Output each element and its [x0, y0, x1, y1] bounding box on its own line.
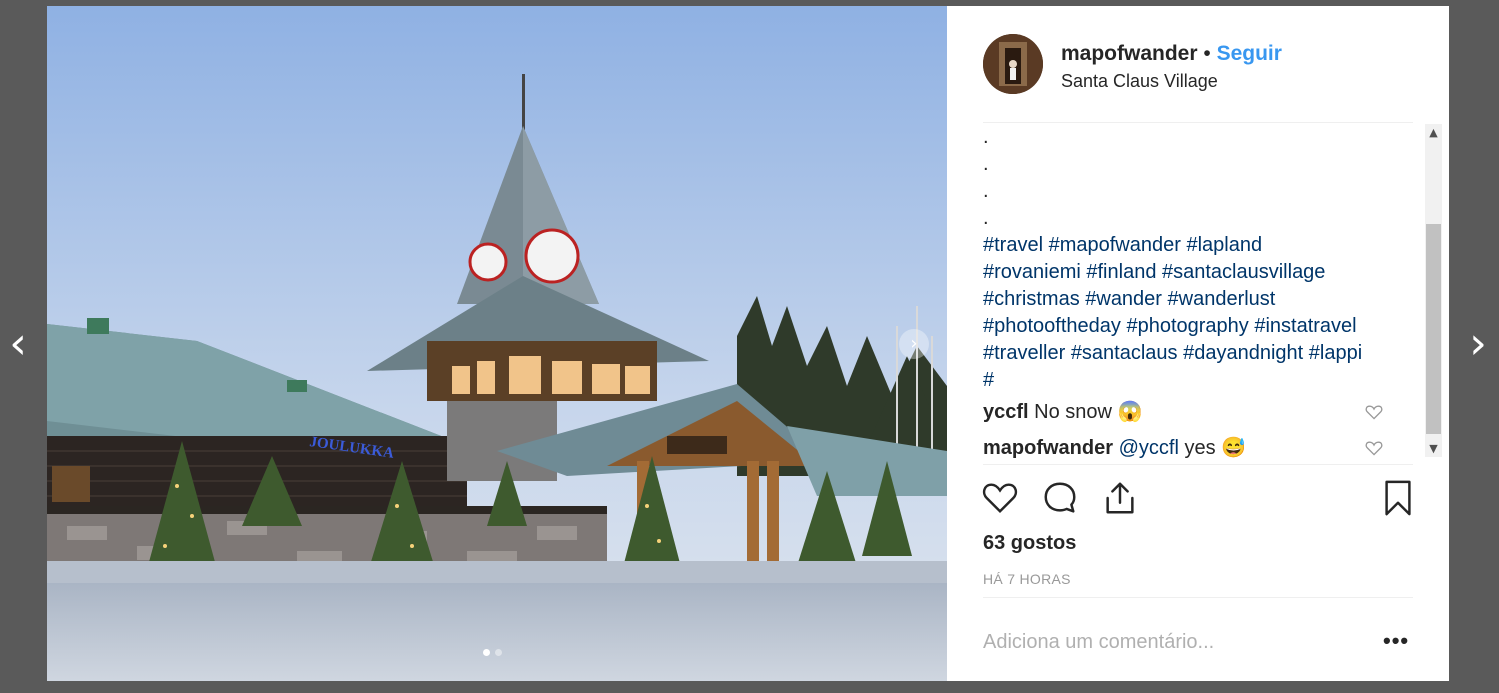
- post-details-panel: mapofwander • Seguir Santa Claus Village…: [947, 6, 1449, 681]
- carousel-dot: [495, 649, 502, 656]
- scroll-thumb[interactable]: [1426, 224, 1441, 434]
- comment-text: No snow 😱: [1034, 401, 1143, 423]
- like-comment-heart-icon[interactable]: [1365, 440, 1383, 456]
- next-photo-button[interactable]: ›: [899, 329, 929, 359]
- scroll-down-arrow-icon[interactable]: ▼: [1425, 440, 1442, 457]
- divider: [983, 597, 1413, 598]
- share-icon[interactable]: [1101, 479, 1139, 517]
- post-username-line: mapofwander • Seguir: [1061, 42, 1282, 66]
- bookmark-icon[interactable]: [1379, 479, 1417, 517]
- follow-button[interactable]: Seguir: [1217, 42, 1282, 65]
- likes-count[interactable]: 63 gostos: [983, 532, 1076, 555]
- hashtag-line[interactable]: #travel #mapofwander #lapland: [983, 232, 1423, 259]
- comment: yccfl No snow 😱: [983, 394, 1423, 430]
- avatar[interactable]: [983, 34, 1043, 94]
- post-header: mapofwander • Seguir Santa Claus Village: [983, 34, 1413, 123]
- comment-username[interactable]: yccfl: [983, 401, 1029, 423]
- carousel-indicator: [483, 649, 502, 656]
- heart-icon[interactable]: [981, 479, 1019, 517]
- next-post-arrow[interactable]: ›: [1463, 322, 1493, 366]
- post-photo: JOULUKKA ›: [47, 6, 947, 681]
- hashtag-line[interactable]: #rovaniemi #finland #santaclausvillage: [983, 259, 1423, 286]
- like-comment-heart-icon[interactable]: [1365, 404, 1383, 420]
- post-modal: JOULUKKA › mapofwander • Seguir Santa Cl…: [47, 6, 1449, 681]
- add-comment-input[interactable]: [983, 627, 1353, 657]
- hashtag-line[interactable]: #photooftheday #photography #instatravel: [983, 313, 1423, 340]
- more-options-button[interactable]: •••: [1383, 628, 1409, 654]
- caption-dot-line: .: [983, 153, 989, 175]
- comments-scrollbar[interactable]: ▲ ▼: [1425, 124, 1442, 457]
- post-timestamp[interactable]: HÁ 7 HORAS: [983, 571, 1071, 587]
- hashtag-line[interactable]: #: [983, 367, 1423, 394]
- santa-claus-village-image: JOULUKKA: [47, 6, 947, 681]
- comment-text: yes 😅: [1184, 437, 1247, 459]
- comment-icon[interactable]: [1041, 479, 1079, 517]
- scroll-up-arrow-icon[interactable]: ▲: [1425, 124, 1442, 141]
- separator: •: [1203, 42, 1211, 65]
- username[interactable]: mapofwander: [1061, 42, 1198, 65]
- comment: mapofwander @yccfl yes 😅: [983, 430, 1423, 464]
- post-caption: . . . . #travel #mapofwander #lapland #r…: [983, 124, 1423, 394]
- comment-username[interactable]: mapofwander: [983, 437, 1113, 459]
- caption-dot-line: .: [983, 207, 989, 229]
- caption-dot-line: .: [983, 180, 989, 202]
- comment-mention[interactable]: @yccfl: [1119, 437, 1179, 459]
- comments-list[interactable]: . . . . #travel #mapofwander #lapland #r…: [983, 124, 1423, 464]
- hashtag-line[interactable]: #traveller #santaclaus #dayandnight #lap…: [983, 340, 1423, 367]
- previous-post-arrow[interactable]: ‹: [3, 322, 33, 366]
- location-link[interactable]: Santa Claus Village: [1061, 71, 1218, 92]
- caption-dot-line: .: [983, 126, 989, 148]
- carousel-dot-active: [483, 649, 490, 656]
- hashtag-line[interactable]: #christmas #wander #wanderlust: [983, 286, 1423, 313]
- divider: [983, 464, 1413, 465]
